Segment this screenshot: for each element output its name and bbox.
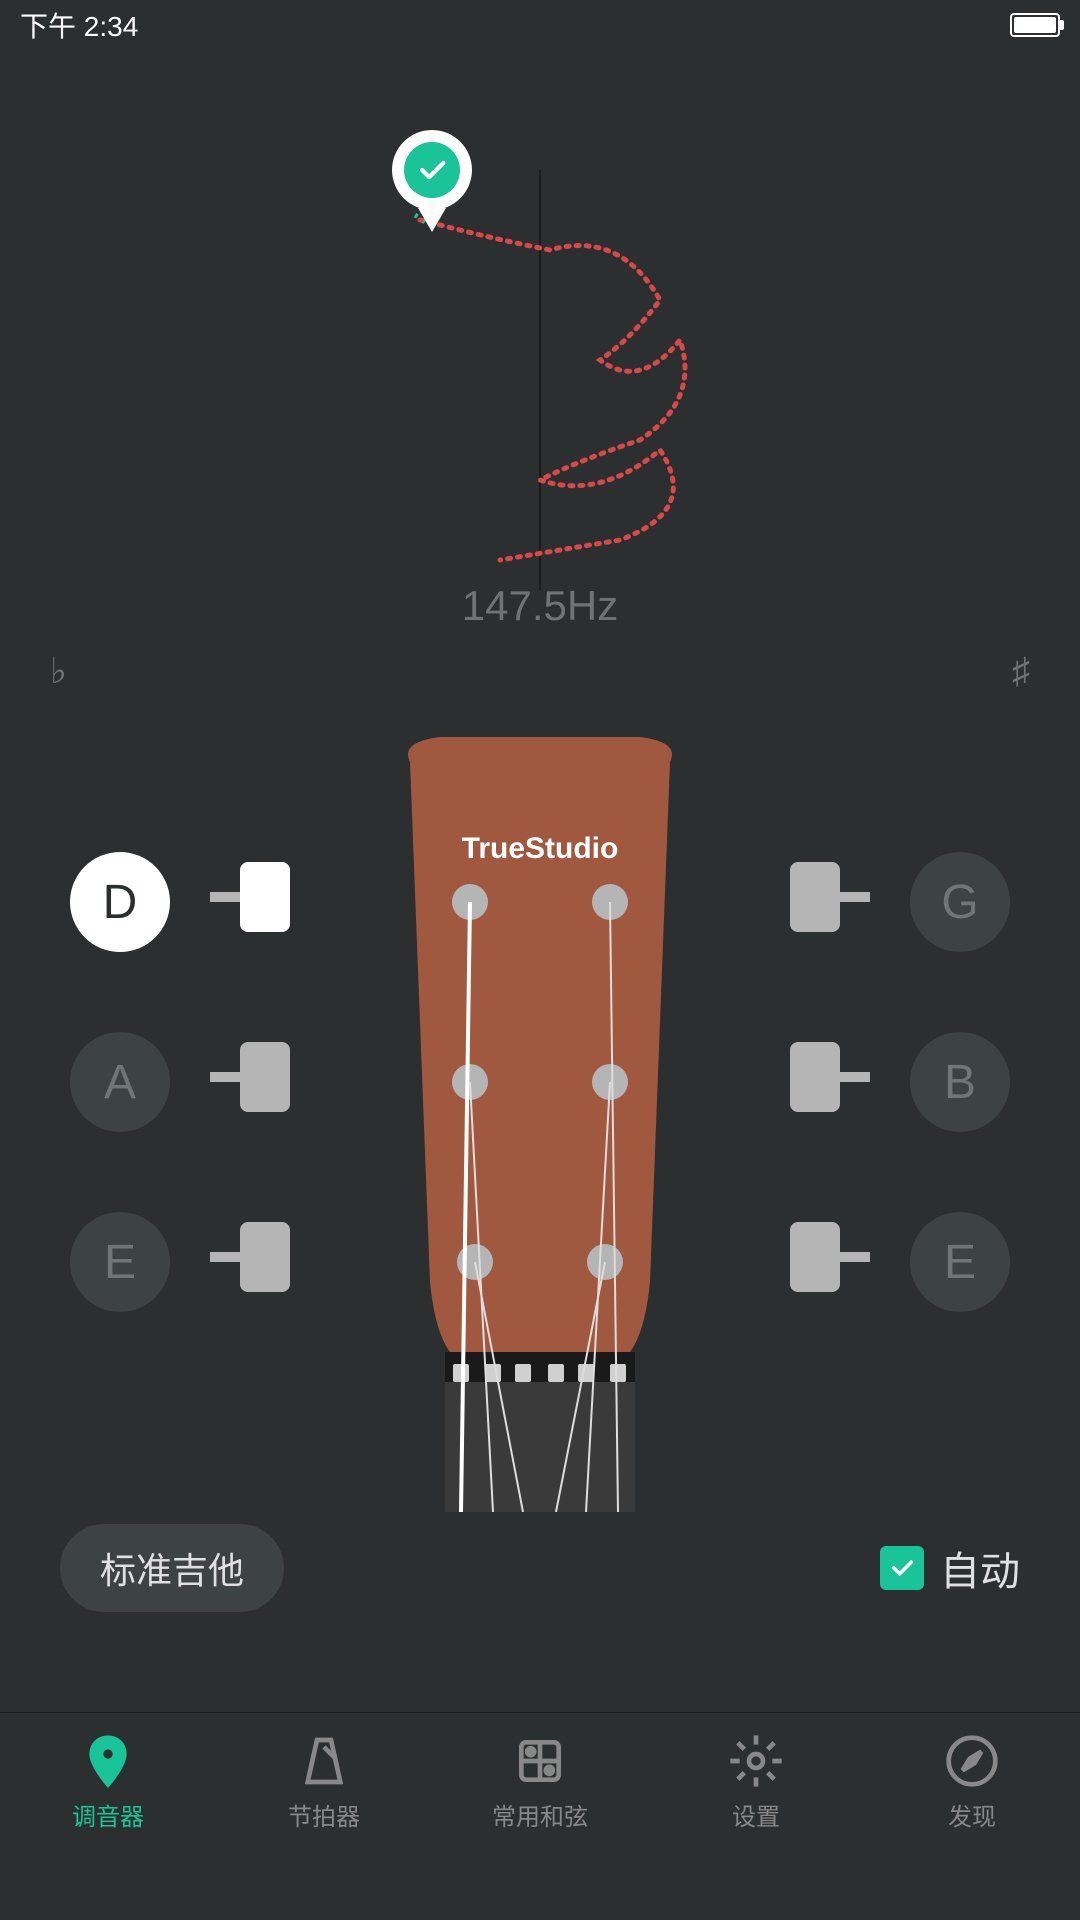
- machine-head-d: [210, 862, 290, 932]
- auto-toggle[interactable]: 自动: [880, 1539, 1020, 1597]
- tuning-preset-button[interactable]: 标准吉他: [60, 1524, 284, 1612]
- brand-label: TrueStudio: [462, 832, 619, 866]
- machine-head-e-high: [790, 1222, 870, 1292]
- chord-grid-icon: [512, 1733, 568, 1789]
- tuning-indicator: [392, 130, 472, 232]
- string-button-e-high[interactable]: E: [910, 1212, 1010, 1312]
- string-button-b[interactable]: B: [910, 1032, 1010, 1132]
- battery-icon: [1010, 13, 1060, 37]
- machine-head-a: [210, 1042, 290, 1112]
- auto-label: 自动: [940, 1539, 1020, 1597]
- frequency-label: 147.5Hz: [462, 582, 618, 630]
- flat-symbol: ♭: [50, 650, 67, 692]
- nav-settings[interactable]: 设置: [648, 1713, 864, 1852]
- string-button-d[interactable]: D: [70, 852, 170, 952]
- machine-head-e-low: [210, 1222, 290, 1292]
- bottom-nav: 调音器 节拍器 常用和弦 设置 发现: [0, 1712, 1080, 1852]
- accidental-row: ♭ ♯: [0, 630, 1080, 712]
- nav-tuner[interactable]: 调音器: [0, 1713, 216, 1852]
- tuner-display: 147.5Hz: [0, 50, 1080, 630]
- machine-head-b: [790, 1042, 870, 1112]
- nav-discover[interactable]: 发现: [864, 1713, 1080, 1852]
- compass-icon: [944, 1733, 1000, 1789]
- check-icon: [415, 153, 449, 187]
- checkbox-icon: [880, 1546, 924, 1590]
- string-button-a[interactable]: A: [70, 1032, 170, 1132]
- nav-metronome[interactable]: 节拍器: [216, 1713, 432, 1852]
- status-time: 下午 2:34: [20, 5, 138, 45]
- pin-icon: [80, 1733, 136, 1789]
- nav-chords[interactable]: 常用和弦: [432, 1713, 648, 1852]
- guitar-headstock-area: TrueStudio D A E G B E 标准吉他 自动: [0, 712, 1080, 1712]
- string-button-g[interactable]: G: [910, 852, 1010, 952]
- string-button-e-low[interactable]: E: [70, 1212, 170, 1312]
- status-bar: 下午 2:34: [0, 0, 1080, 50]
- sharp-symbol: ♯: [1012, 650, 1030, 692]
- machine-head-g: [790, 862, 870, 932]
- metronome-icon: [296, 1733, 352, 1789]
- gear-icon: [728, 1733, 784, 1789]
- pitch-trail: [0, 50, 1080, 630]
